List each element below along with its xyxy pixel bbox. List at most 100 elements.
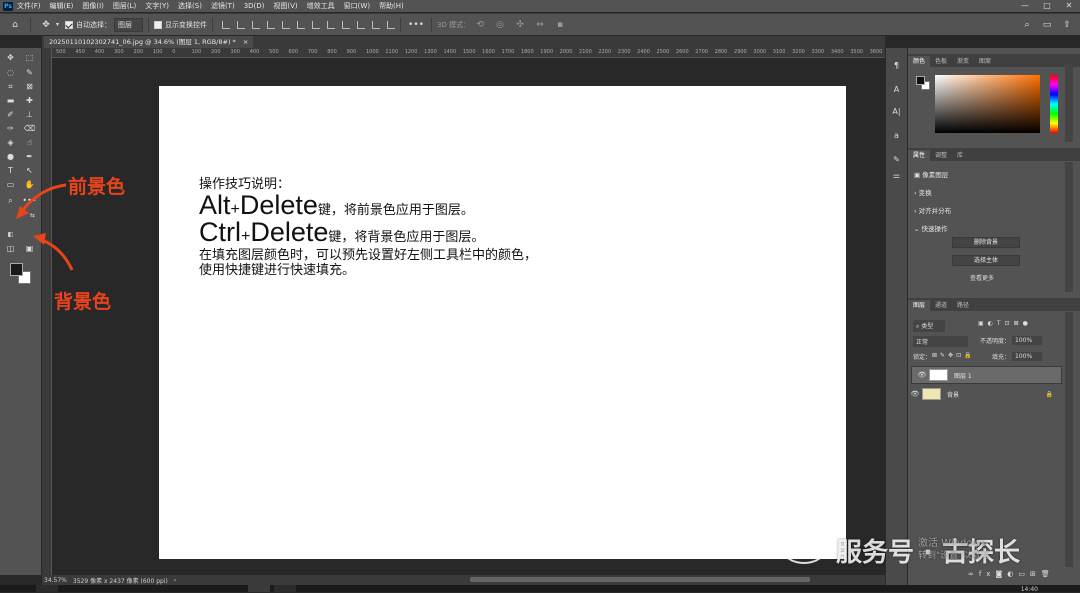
search-icon[interactable]: ⌕ <box>1020 18 1034 32</box>
vertical-ruler[interactable] <box>42 48 52 575</box>
character-icon[interactable]: A <box>890 84 903 95</box>
align-right-icon[interactable] <box>252 20 261 29</box>
align-bottom-icon[interactable] <box>297 20 306 29</box>
tab-libraries[interactable]: 库 <box>952 150 968 161</box>
menu-edit[interactable]: 编辑(E) <box>50 1 74 11</box>
zoom-tool-icon[interactable]: ⌕ <box>4 195 17 206</box>
minimize-button[interactable]: — <box>1014 0 1036 12</box>
glyphs-icon[interactable]: a <box>890 130 903 141</box>
foreground-color-swatch[interactable] <box>10 263 23 276</box>
menu-select[interactable]: 选择(S) <box>178 1 202 11</box>
type-tool-icon[interactable]: T <box>4 165 17 176</box>
layer-row[interactable]: 👁 背景 🔒 <box>908 385 1059 403</box>
align-left-icon[interactable] <box>222 20 231 29</box>
horizontal-ruler[interactable]: 500 450 400 300 200 100 0 100 200 300 400 500 600 700… <box>52 48 885 58</box>
maximize-button[interactable]: □ <box>1036 0 1058 12</box>
adjust-icon[interactable]: ◐ <box>1007 570 1018 578</box>
fill-input[interactable]: 100% <box>1012 352 1043 361</box>
view-more-link[interactable]: 查看更多 <box>970 273 994 282</box>
distribute-top-icon[interactable] <box>357 20 366 29</box>
hand-tool-icon[interactable]: ✋ <box>23 179 36 190</box>
healing-tool-icon[interactable]: ✚ <box>23 95 36 106</box>
link-icon[interactable]: ∞ <box>968 570 979 578</box>
horizontal-scrollbar[interactable] <box>470 577 810 582</box>
status-menu-arrow[interactable]: › <box>174 577 176 584</box>
mask-icon[interactable]: ◙ <box>995 570 1007 578</box>
color-panel-scrollbar[interactable] <box>1065 64 1073 142</box>
paragraph-icon[interactable]: ¶ <box>890 60 903 71</box>
3d-roll-icon[interactable]: ◎ <box>493 18 507 32</box>
opacity-input[interactable]: 100% <box>1012 336 1043 345</box>
eraser-tool-icon[interactable]: ⌫ <box>23 123 36 134</box>
3d-scale-icon[interactable]: ▪ <box>553 18 567 32</box>
layer-filter-icons[interactable]: ▣◐T⊡⊠● <box>978 320 1032 327</box>
brush-settings-icon[interactable]: ✎ <box>890 154 903 165</box>
move-tool-icon[interactable]: ✥ <box>4 52 17 63</box>
3d-rotate-icon[interactable]: ⟲ <box>473 18 487 32</box>
stamp-tool-icon[interactable]: ⊥ <box>23 109 36 120</box>
document-tab[interactable]: 20250110102302741_06.jpg @ 34.6% (图层 1, … <box>44 36 254 48</box>
swap-colors-icon[interactable]: ⇆ <box>26 210 39 221</box>
folder-icon[interactable]: ▭ <box>1018 570 1030 578</box>
menu-help[interactable]: 帮助(H) <box>379 1 404 11</box>
properties-scrollbar[interactable] <box>1065 162 1073 292</box>
layer-name[interactable]: 背景 <box>947 390 959 399</box>
menu-view[interactable]: 视图(V) <box>273 1 297 11</box>
tab-gradients[interactable]: 渐变 <box>952 56 974 67</box>
move-tool-icon[interactable]: ✥ <box>39 18 53 32</box>
tab-adjustments[interactable]: 调整 <box>930 150 952 161</box>
tab-channels[interactable]: 通道 <box>930 300 952 311</box>
quick-mask-icon[interactable]: ◫ <box>4 243 17 254</box>
menu-window[interactable]: 窗口(W) <box>344 1 370 11</box>
tab-layers[interactable]: 图层 <box>908 300 931 311</box>
3d-pan-icon[interactable]: ✣ <box>513 18 527 32</box>
layer-filter-dropdown[interactable]: ⌕ 类型 <box>913 320 946 332</box>
history-brush-icon[interactable]: ✑ <box>4 123 17 134</box>
align-hcenter-icon[interactable] <box>237 20 246 29</box>
paint-bucket-icon[interactable]: ◈ <box>4 137 17 148</box>
screen-mode-icon[interactable]: ▣ <box>23 243 36 254</box>
select-subject-button[interactable]: 选择主体 <box>952 255 1020 266</box>
trash-icon[interactable]: 🗑 <box>1041 570 1055 578</box>
quick-select-tool-icon[interactable]: ✎ <box>23 67 36 78</box>
menu-filter[interactable]: 滤镜(T) <box>211 1 235 11</box>
menu-plugins[interactable]: 增效工具 <box>307 1 335 11</box>
frame-tool-icon[interactable]: ⊠ <box>23 81 36 92</box>
distribute-hcenter-icon[interactable] <box>327 20 336 29</box>
layer-row[interactable]: 👁 图层 1 <box>911 366 1062 384</box>
distribute-right-icon[interactable] <box>342 20 351 29</box>
more-options-icon[interactable]: ••• <box>408 18 424 32</box>
distribute-left-icon[interactable] <box>312 20 321 29</box>
tab-color[interactable]: 颜色 <box>908 56 931 67</box>
distribute-bottom-icon[interactable] <box>387 20 396 29</box>
ruler-tool-icon[interactable]: ▬ <box>4 95 17 106</box>
document-canvas[interactable]: 操作技巧说明： Alt+Delete键，将前景色应用于图层。 Ctrl+Dele… <box>159 86 846 559</box>
zoom-level[interactable]: 34.57% <box>44 577 67 584</box>
tab-swatches[interactable]: 色板 <box>930 56 952 67</box>
tab-patterns[interactable]: 图案 <box>974 56 996 67</box>
layers-scrollbar[interactable] <box>1065 312 1073 567</box>
char-style-icon[interactable]: A| <box>890 106 903 117</box>
close-tab-icon[interactable]: × <box>243 38 248 46</box>
tab-paths[interactable]: 路径 <box>952 300 974 311</box>
new-layer-icon[interactable]: ⊞ <box>1030 570 1041 578</box>
section-transform[interactable]: › 变换 <box>914 187 932 197</box>
tab-properties[interactable]: 属性 <box>908 150 931 161</box>
blend-mode-dropdown[interactable]: 正常 <box>913 336 969 347</box>
lock-icons[interactable]: ⊠✎✥⊡🔒 <box>932 352 975 359</box>
panel-foreground-swatch[interactable] <box>916 76 925 85</box>
shape-tool-icon[interactable]: ▭ <box>4 179 17 190</box>
path-select-icon[interactable]: ↖ <box>23 165 36 176</box>
adjust-sliders-icon[interactable]: ⚌ <box>890 170 903 181</box>
align-vcenter-icon[interactable] <box>282 20 291 29</box>
remove-background-button[interactable]: 删除背景 <box>952 237 1020 248</box>
hue-slider[interactable] <box>1050 75 1058 133</box>
share-icon[interactable]: ⇪ <box>1060 18 1074 32</box>
taskbar-app[interactable] <box>274 585 296 592</box>
distribute-vcenter-icon[interactable] <box>372 20 381 29</box>
close-window-button[interactable]: ✕ <box>1058 0 1080 12</box>
menu-file[interactable]: 文件(F) <box>17 1 41 11</box>
pen-tool-icon[interactable]: ✒ <box>23 151 36 162</box>
tool-preset-arrow[interactable]: ▾ <box>56 21 59 28</box>
fx-icon[interactable]: fx <box>979 570 996 578</box>
